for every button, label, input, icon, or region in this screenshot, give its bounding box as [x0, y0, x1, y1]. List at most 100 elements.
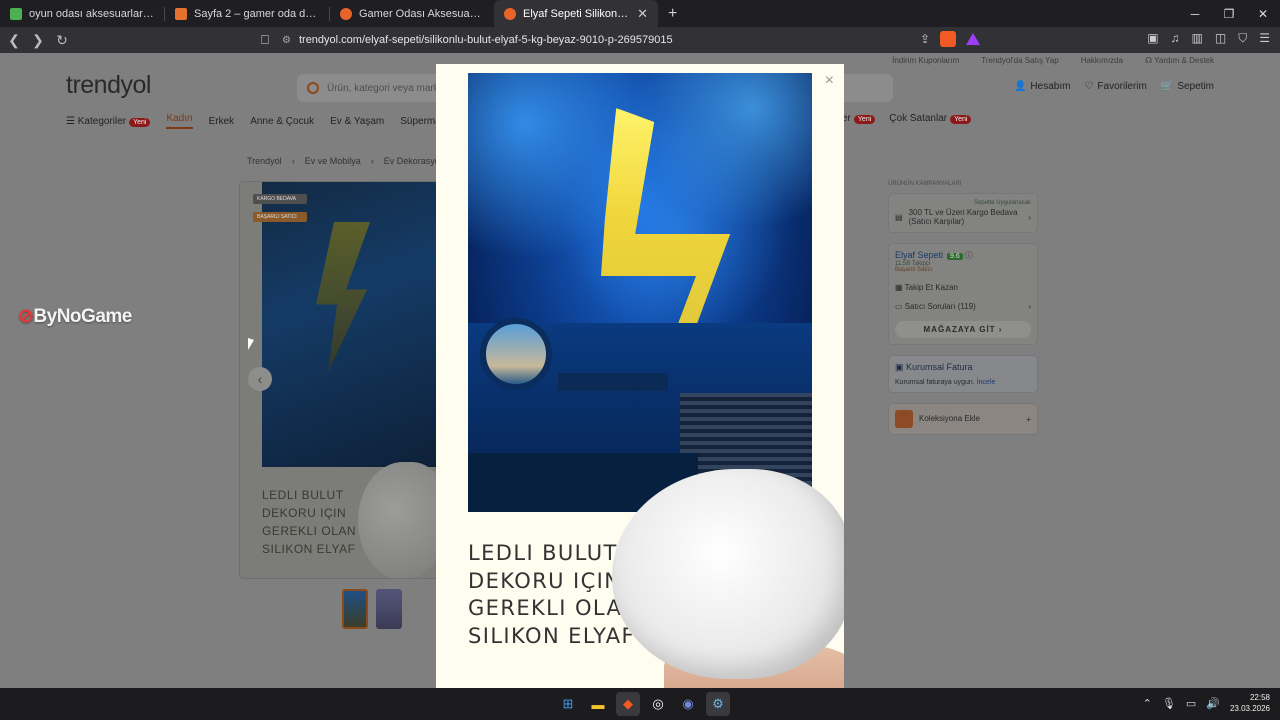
site-logo[interactable]: trendyol	[66, 71, 151, 100]
forward-icon[interactable]: ❯	[28, 30, 48, 50]
back-icon[interactable]: ❮	[4, 30, 24, 50]
window-controls: ─ ❐ ✕	[1178, 0, 1280, 27]
browser-tab[interactable]: Sayfa 2 – gamer oda dekorasyonu - h	[165, 0, 329, 27]
system-tray: ⌃ 🎙 ▭ 🔊 22:58 23.03.2026	[1143, 692, 1270, 714]
mouse-cursor-icon	[248, 338, 254, 350]
breadcrumb-item[interactable]: Trendyol	[247, 156, 282, 166]
cart-link[interactable]: 🛒 Sepetim	[1161, 81, 1214, 92]
gift-icon: ▦	[895, 283, 905, 292]
tray-overflow-icon[interactable]: ⌃	[1143, 697, 1152, 710]
sidebar-icon[interactable]: ▥	[1192, 31, 1203, 46]
seller-score: 9.6	[947, 253, 963, 260]
cloud-image	[358, 462, 438, 578]
network-icon[interactable]: ▭	[1186, 697, 1196, 710]
restore-icon[interactable]: ❐	[1212, 0, 1246, 27]
browser-tabbar: oyun odası aksesuarları - Google Alış Sa…	[0, 0, 1280, 27]
bookmark-icon[interactable]: ⎕	[256, 32, 274, 48]
crypto-wallet-icon[interactable]: ◫	[1215, 31, 1226, 46]
hb-icon	[175, 7, 187, 20]
minimize-icon[interactable]: ─	[1178, 0, 1212, 27]
bynogame-logo-icon: ⊘	[18, 306, 34, 327]
campaign-box[interactable]: Sepette Uygulanacak ▤ 300 TL ve Üzeri Ka…	[888, 193, 1038, 233]
windows-start-icon[interactable]: ⊞	[556, 692, 580, 716]
seller-name[interactable]: Elyaf Sepeti	[895, 250, 943, 260]
image-zoom-modal: LEDLI BULUT DEKORU IÇIN GEREKLI OLAN SIL…	[436, 64, 844, 688]
cart-icon: 🛒	[1160, 81, 1174, 92]
top-links: İndirim Kuponlarım Trendyol'da Satış Yap…	[892, 56, 1280, 65]
plus-icon: +	[1026, 414, 1031, 424]
headset-icon: ☊	[1144, 56, 1155, 65]
taskbar: ⊞ ▬ ◆ ◎ ◉ ⚙ ⌃ 🎙 ▭ 🔊 22:58 23.03.2026	[0, 688, 1280, 720]
chat-icon: ▭	[895, 302, 905, 311]
media-icon[interactable]: ♫	[1171, 31, 1180, 46]
chevron-right-icon: ›	[1028, 302, 1031, 311]
coupons-link[interactable]: İndirim Kuponlarım	[892, 56, 959, 65]
thumbnail-1[interactable]	[342, 589, 368, 629]
invoice-link[interactable]: İncele	[977, 379, 996, 386]
info-icon[interactable]: ⓘ	[965, 251, 973, 260]
chevron-right-icon: ›	[1028, 212, 1031, 222]
gallery-caption: LEDLI BULUT DEKORU IÇIN GEREKLI OLAN SIL…	[262, 488, 357, 556]
right-panel: ÜRÜNÜN KAMPANYALARI Sepette Uygulanacak …	[888, 181, 1038, 445]
free-shipping-badge: KARGO BEDAVA	[253, 194, 307, 204]
discord-icon[interactable]: ◉	[676, 692, 700, 716]
corporate-invoice-box: ▣ Kurumsal Fatura Kurumsal faturaya uygu…	[888, 355, 1038, 393]
go-to-store-button[interactable]: MAĞAZAYA GİT ›	[895, 321, 1031, 338]
account-link[interactable]: 👤 Hesabım	[1014, 81, 1070, 92]
search-icon	[307, 82, 319, 94]
volume-icon[interactable]: 🔊	[1206, 697, 1220, 710]
url-bar[interactable]: ⎕ ⚙ trendyol.com/elyaf-sepeti/silikonlu-…	[256, 29, 1000, 51]
browser-tab[interactable]: oyun odası aksesuarları - Google Alış	[0, 0, 164, 27]
follow-earn-row[interactable]: ▦ Takip Et Kazan	[895, 283, 1031, 292]
hamburger-icon: ☰	[66, 115, 78, 127]
successful-seller-badge: BAŞARILI SATICI	[253, 212, 307, 222]
thumbnail-2[interactable]	[376, 589, 402, 629]
file-explorer-icon[interactable]: ▬	[586, 692, 610, 716]
breadcrumb-item[interactable]: Ev ve Mobilya	[305, 156, 361, 166]
sell-link[interactable]: Trendyol'da Satış Yap	[981, 56, 1058, 65]
wallet-icon[interactable]: ▣	[1147, 31, 1158, 46]
gift-icon: ▤	[895, 212, 903, 222]
browser-tab-active[interactable]: Elyaf Sepeti Silikonlu Bulut Elyaf ✕	[494, 0, 658, 27]
url-text[interactable]: trendyol.com/elyaf-sepeti/silikonlu-bulu…	[299, 34, 673, 46]
help-link[interactable]: ☊ Yardım & Destek	[1145, 56, 1214, 65]
nav-item-home[interactable]: Ev & Yaşam	[330, 116, 384, 127]
nav-item-women[interactable]: Kadın	[166, 113, 193, 129]
bookmark-icon	[895, 410, 913, 428]
nav-item-kids[interactable]: Anne & Çocuk	[250, 116, 314, 127]
clock[interactable]: 22:58 23.03.2026	[1230, 692, 1270, 714]
seller-box: Elyaf Sepeti 9.6 ⓘ 11,5B Takipçi Başarılı…	[888, 243, 1038, 345]
nav-item-best-sellers[interactable]: Çok Satanlar Yeni	[889, 113, 972, 124]
browser-tab[interactable]: Gamer Odası Aksesuarları ile Oyu	[330, 0, 494, 27]
brave-rewards-icon[interactable]	[966, 33, 980, 45]
address-toolbar: ❮ ❯ ↻ ⎕ ⚙ trendyol.com/elyaf-sepeti/sili…	[0, 27, 1280, 53]
vpn-icon[interactable]: ⛉	[1238, 31, 1247, 46]
reload-icon[interactable]: ↻	[52, 30, 72, 50]
nav-item-partial[interactable]: er Yeni	[842, 113, 876, 124]
brave-shields-icon[interactable]	[940, 31, 956, 47]
favorites-link[interactable]: ♡ Favorilerim	[1084, 81, 1146, 92]
steam-icon[interactable]: ⚙	[706, 692, 730, 716]
site-settings-icon[interactable]: ⚙	[282, 35, 291, 46]
nav-item-men[interactable]: Erkek	[209, 116, 235, 127]
zoomed-product-image[interactable]	[468, 73, 812, 512]
add-collection-button[interactable]: Koleksiyona Ekle +	[888, 403, 1038, 435]
new-tab-button[interactable]: +	[658, 5, 687, 23]
trendyol-icon	[504, 7, 516, 20]
prev-image-button[interactable]: ‹	[248, 367, 272, 391]
obs-icon[interactable]: ◎	[646, 692, 670, 716]
share-icon[interactable]: ⇪	[920, 32, 930, 46]
seller-questions-row[interactable]: ▭ Satıcı Soruları (119) ›	[895, 302, 1031, 311]
round-window	[480, 318, 552, 390]
categories-menu[interactable]: ☰ Kategoriler Yeni	[66, 115, 151, 127]
product-gallery[interactable]: KARGO BEDAVA BAŞARILI SATICI LEDLI BULUT…	[239, 181, 439, 579]
microphone-icon[interactable]: 🎙	[1162, 697, 1176, 710]
brave-browser-icon[interactable]: ◆	[616, 692, 640, 716]
user-icon: 👤	[1013, 81, 1027, 92]
close-tab-icon[interactable]: ✕	[637, 6, 648, 22]
close-window-icon[interactable]: ✕	[1246, 0, 1280, 27]
trendyol-icon	[340, 7, 352, 20]
close-modal-button[interactable]: ×	[825, 72, 834, 90]
about-link[interactable]: Hakkımızda	[1081, 56, 1123, 65]
menu-icon[interactable]: ☰	[1259, 31, 1270, 46]
